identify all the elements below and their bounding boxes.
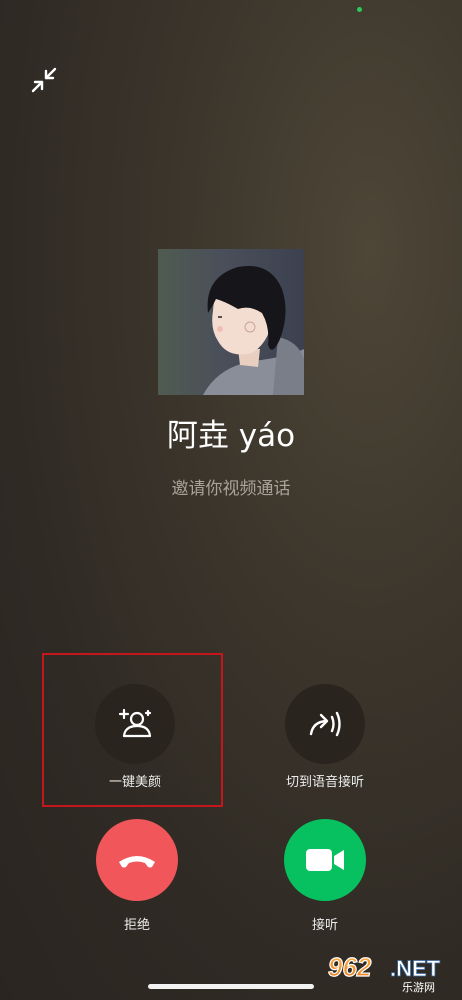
beauty-button[interactable]	[95, 684, 175, 764]
switch-to-voice-button[interactable]	[285, 684, 365, 764]
hangup-icon	[119, 856, 155, 868]
face-sparkle-icon	[118, 708, 152, 738]
decline-button[interactable]	[96, 819, 178, 901]
collapse-arrows-icon	[31, 67, 57, 93]
video-camera-icon	[306, 849, 344, 871]
caller-name: 阿垚 yáo	[166, 418, 296, 454]
svg-text:.NET: .NET	[390, 956, 441, 981]
minimize-call-button[interactable]	[28, 64, 60, 96]
status-indicator-dot	[357, 7, 362, 12]
caller-avatar	[158, 249, 304, 395]
accept-button[interactable]	[284, 819, 366, 901]
call-status-text: 邀请你视频通话	[171, 479, 291, 499]
switch-to-voice-label: 切到语音接听	[285, 775, 364, 790]
voice-switch-icon	[309, 711, 341, 737]
svg-text:962: 962	[328, 952, 372, 982]
site-watermark: 962 .NET 乐游网	[320, 950, 458, 994]
svg-text:乐游网: 乐游网	[402, 981, 435, 994]
beauty-label: 一键美颜	[108, 775, 161, 790]
accept-label: 接听	[311, 918, 338, 933]
home-indicator	[148, 984, 314, 989]
decline-label: 拒绝	[123, 918, 150, 933]
